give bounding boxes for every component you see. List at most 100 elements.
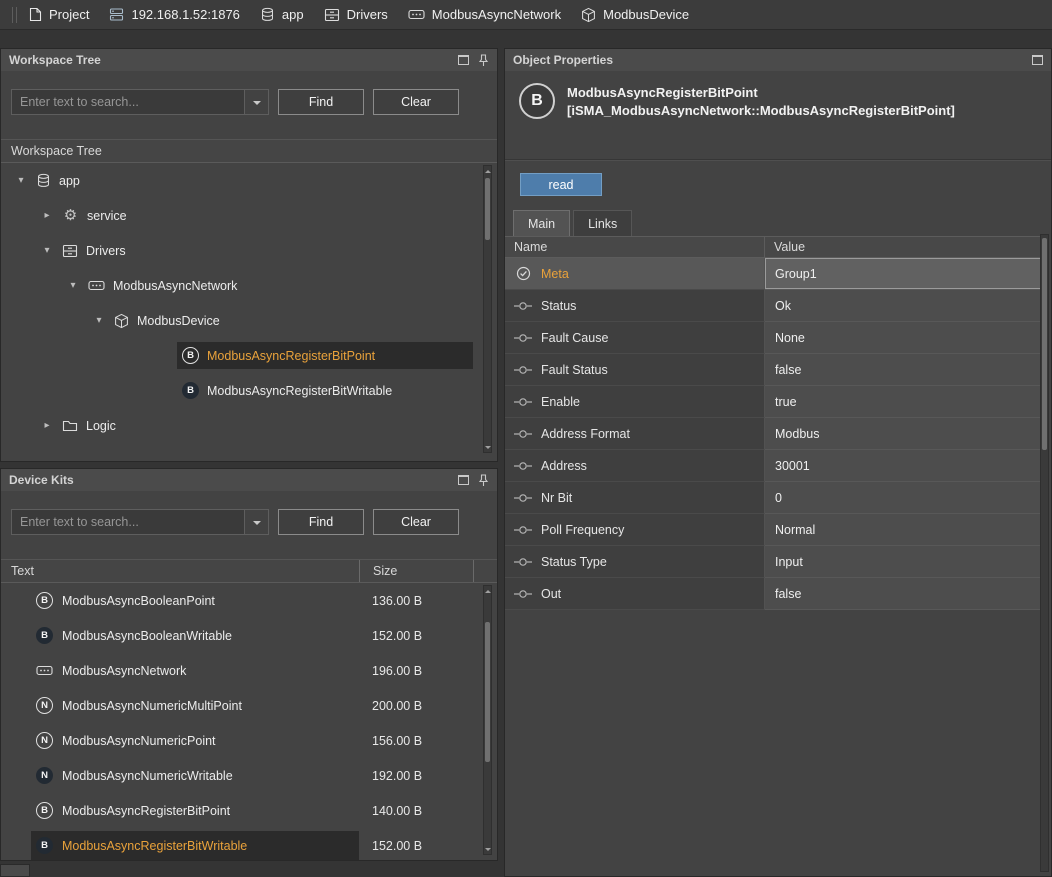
dock-icon[interactable] [1032, 55, 1043, 65]
kit-row-booleanpoint[interactable]: B ModbusAsyncBooleanPoint 136.00 B [1, 583, 497, 618]
kit-row-registerbitwritable[interactable]: B ModbusAsyncRegisterBitWritable 152.00 … [1, 828, 497, 860]
breadcrumb-item-network[interactable]: ModbusAsyncNetwork [408, 7, 561, 22]
property-row-faultstatus[interactable]: Fault Status false [505, 354, 1041, 386]
property-value-cell[interactable]: Input [765, 546, 1041, 578]
kit-row-numericpoint[interactable]: N ModbusAsyncNumericPoint 156.00 B [1, 723, 497, 758]
maximize-icon [1032, 55, 1043, 65]
property-value-cell[interactable]: Modbus [765, 418, 1041, 450]
expander-open-icon[interactable] [63, 280, 83, 291]
kit-row-numericmultipoint[interactable]: N ModbusAsyncNumericMultiPoint 200.00 B [1, 688, 497, 723]
find-button[interactable]: Find [278, 89, 364, 115]
property-name: Enable [541, 395, 580, 409]
breadcrumb-item-drivers[interactable]: Drivers [324, 7, 388, 22]
expander-closed-icon[interactable] [37, 420, 57, 431]
property-value-cell[interactable]: None [765, 322, 1041, 354]
expander-open-icon[interactable] [89, 315, 109, 326]
breadcrumb-item-project[interactable]: Project [29, 7, 89, 22]
kit-row-registerbitpoint[interactable]: B ModbusAsyncRegisterBitPoint 140.00 B [1, 793, 497, 828]
search-combobox[interactable]: Enter text to search... [11, 89, 269, 115]
tree-scrollbar[interactable] [483, 165, 492, 453]
clear-button[interactable]: Clear [373, 89, 459, 115]
property-value: Modbus [775, 427, 819, 441]
database-icon [36, 173, 51, 188]
kit-name-cell: N ModbusAsyncNumericMultiPoint [31, 691, 359, 720]
breadcrumb-item-device[interactable]: ModbusDevice [581, 7, 689, 23]
property-row-faultcause[interactable]: Fault Cause None [505, 322, 1041, 354]
expander-open-icon[interactable] [37, 245, 57, 256]
workspace-tree: app service Drivers [1, 163, 497, 461]
scrollbar-thumb[interactable] [1042, 238, 1047, 450]
breadcrumb-item-station[interactable]: 192.168.1.52:1876 [109, 7, 239, 22]
scrollbar-thumb[interactable] [485, 622, 490, 762]
panel-title: Device Kits [9, 473, 74, 487]
kit-row-booleanwritable[interactable]: B ModbusAsyncBooleanWritable 152.00 B [1, 618, 497, 653]
tree-node-logic[interactable]: Logic [1, 408, 497, 443]
tab-links[interactable]: Links [573, 210, 632, 236]
tree-node-label: ModbusAsyncRegisterBitPoint [207, 349, 375, 363]
scroll-down-icon[interactable] [484, 844, 491, 854]
property-row-out[interactable]: Out false [505, 578, 1041, 610]
scroll-down-icon[interactable] [484, 442, 491, 452]
property-name-cell: Status [505, 290, 765, 322]
scroll-up-icon[interactable] [484, 166, 491, 176]
property-row-pollfrequency[interactable]: Poll Frequency Normal [505, 514, 1041, 546]
pin-icon[interactable] [478, 474, 489, 487]
find-button[interactable]: Find [278, 509, 364, 535]
chevron-down-icon[interactable] [244, 90, 268, 114]
breadcrumb-item-app[interactable]: app [260, 7, 304, 22]
slot-icon [514, 365, 532, 375]
property-row-meta[interactable]: Meta Group1 [505, 258, 1041, 290]
clear-button[interactable]: Clear [373, 509, 459, 535]
property-value-cell[interactable]: 0 [765, 482, 1041, 514]
property-row-address[interactable]: Address 30001 [505, 450, 1041, 482]
property-name-cell: Address [505, 450, 765, 482]
tab-main[interactable]: Main [513, 210, 570, 236]
scrollbar-thumb[interactable] [485, 178, 490, 240]
expander-open-icon[interactable] [11, 175, 31, 186]
dock-icon[interactable] [458, 475, 469, 485]
read-button[interactable]: read [520, 173, 602, 196]
slot-icon [514, 525, 532, 535]
tree-node-modbusdevice[interactable]: ModbusDevice [1, 303, 497, 338]
kits-scrollbar[interactable] [483, 585, 492, 855]
breadcrumb: Project 192.168.1.52:1876 app Drivers Mo… [0, 0, 1052, 30]
breadcrumb-label: ModbusAsyncNetwork [432, 7, 561, 22]
property-row-enable[interactable]: Enable true [505, 386, 1041, 418]
property-row-status[interactable]: Status Ok [505, 290, 1041, 322]
kit-row-network[interactable]: ModbusAsyncNetwork 196.00 B [1, 653, 497, 688]
device-icon [581, 7, 596, 23]
property-row-addressformat[interactable]: Address Format Modbus [505, 418, 1041, 450]
search-combobox[interactable]: Enter text to search... [11, 509, 269, 535]
property-value-cell[interactable]: 30001 [765, 450, 1041, 482]
kit-row-numericwritable[interactable]: N ModbusAsyncNumericWritable 192.00 B [1, 758, 497, 793]
collapsed-panel-stub[interactable] [0, 864, 30, 877]
tree-node-body: B ModbusAsyncRegisterBitWritable [177, 377, 402, 404]
breadcrumb-label: app [282, 7, 304, 22]
expander-closed-icon[interactable] [37, 210, 57, 221]
tree-node-registerbitpoint[interactable]: B ModbusAsyncRegisterBitPoint [1, 338, 497, 373]
tree-node-body: B ModbusAsyncRegisterBitPoint [177, 342, 473, 369]
scroll-up-icon[interactable] [484, 586, 491, 596]
pin-icon[interactable] [478, 54, 489, 67]
kit-name-cell: B ModbusAsyncRegisterBitPoint [31, 796, 359, 825]
property-value-cell[interactable]: Normal [765, 514, 1041, 546]
tree-node-registerbitwritable[interactable]: B ModbusAsyncRegisterBitWritable [1, 373, 497, 408]
dock-icon[interactable] [458, 55, 469, 65]
tree-node-modbusasyncnetwork[interactable]: ModbusAsyncNetwork [1, 268, 497, 303]
tree-node-label: Logic [86, 419, 116, 433]
properties-tabs: Main Links [505, 208, 1051, 236]
properties-scrollbar[interactable] [1040, 234, 1049, 872]
property-value-cell[interactable]: false [765, 578, 1041, 610]
toolbar-grip[interactable] [12, 7, 17, 23]
tree-node-body: service [57, 202, 137, 229]
tree-node-drivers[interactable]: Drivers [1, 233, 497, 268]
property-value-cell[interactable]: true [765, 386, 1041, 418]
property-value-cell[interactable]: Group1 [765, 258, 1041, 290]
property-value-cell[interactable]: Ok [765, 290, 1041, 322]
tree-node-service[interactable]: service [1, 198, 497, 233]
property-row-statustype[interactable]: Status Type Input [505, 546, 1041, 578]
property-row-nrbit[interactable]: Nr Bit 0 [505, 482, 1041, 514]
tree-node-app[interactable]: app [1, 163, 497, 198]
chevron-down-icon[interactable] [244, 510, 268, 534]
property-value-cell[interactable]: false [765, 354, 1041, 386]
